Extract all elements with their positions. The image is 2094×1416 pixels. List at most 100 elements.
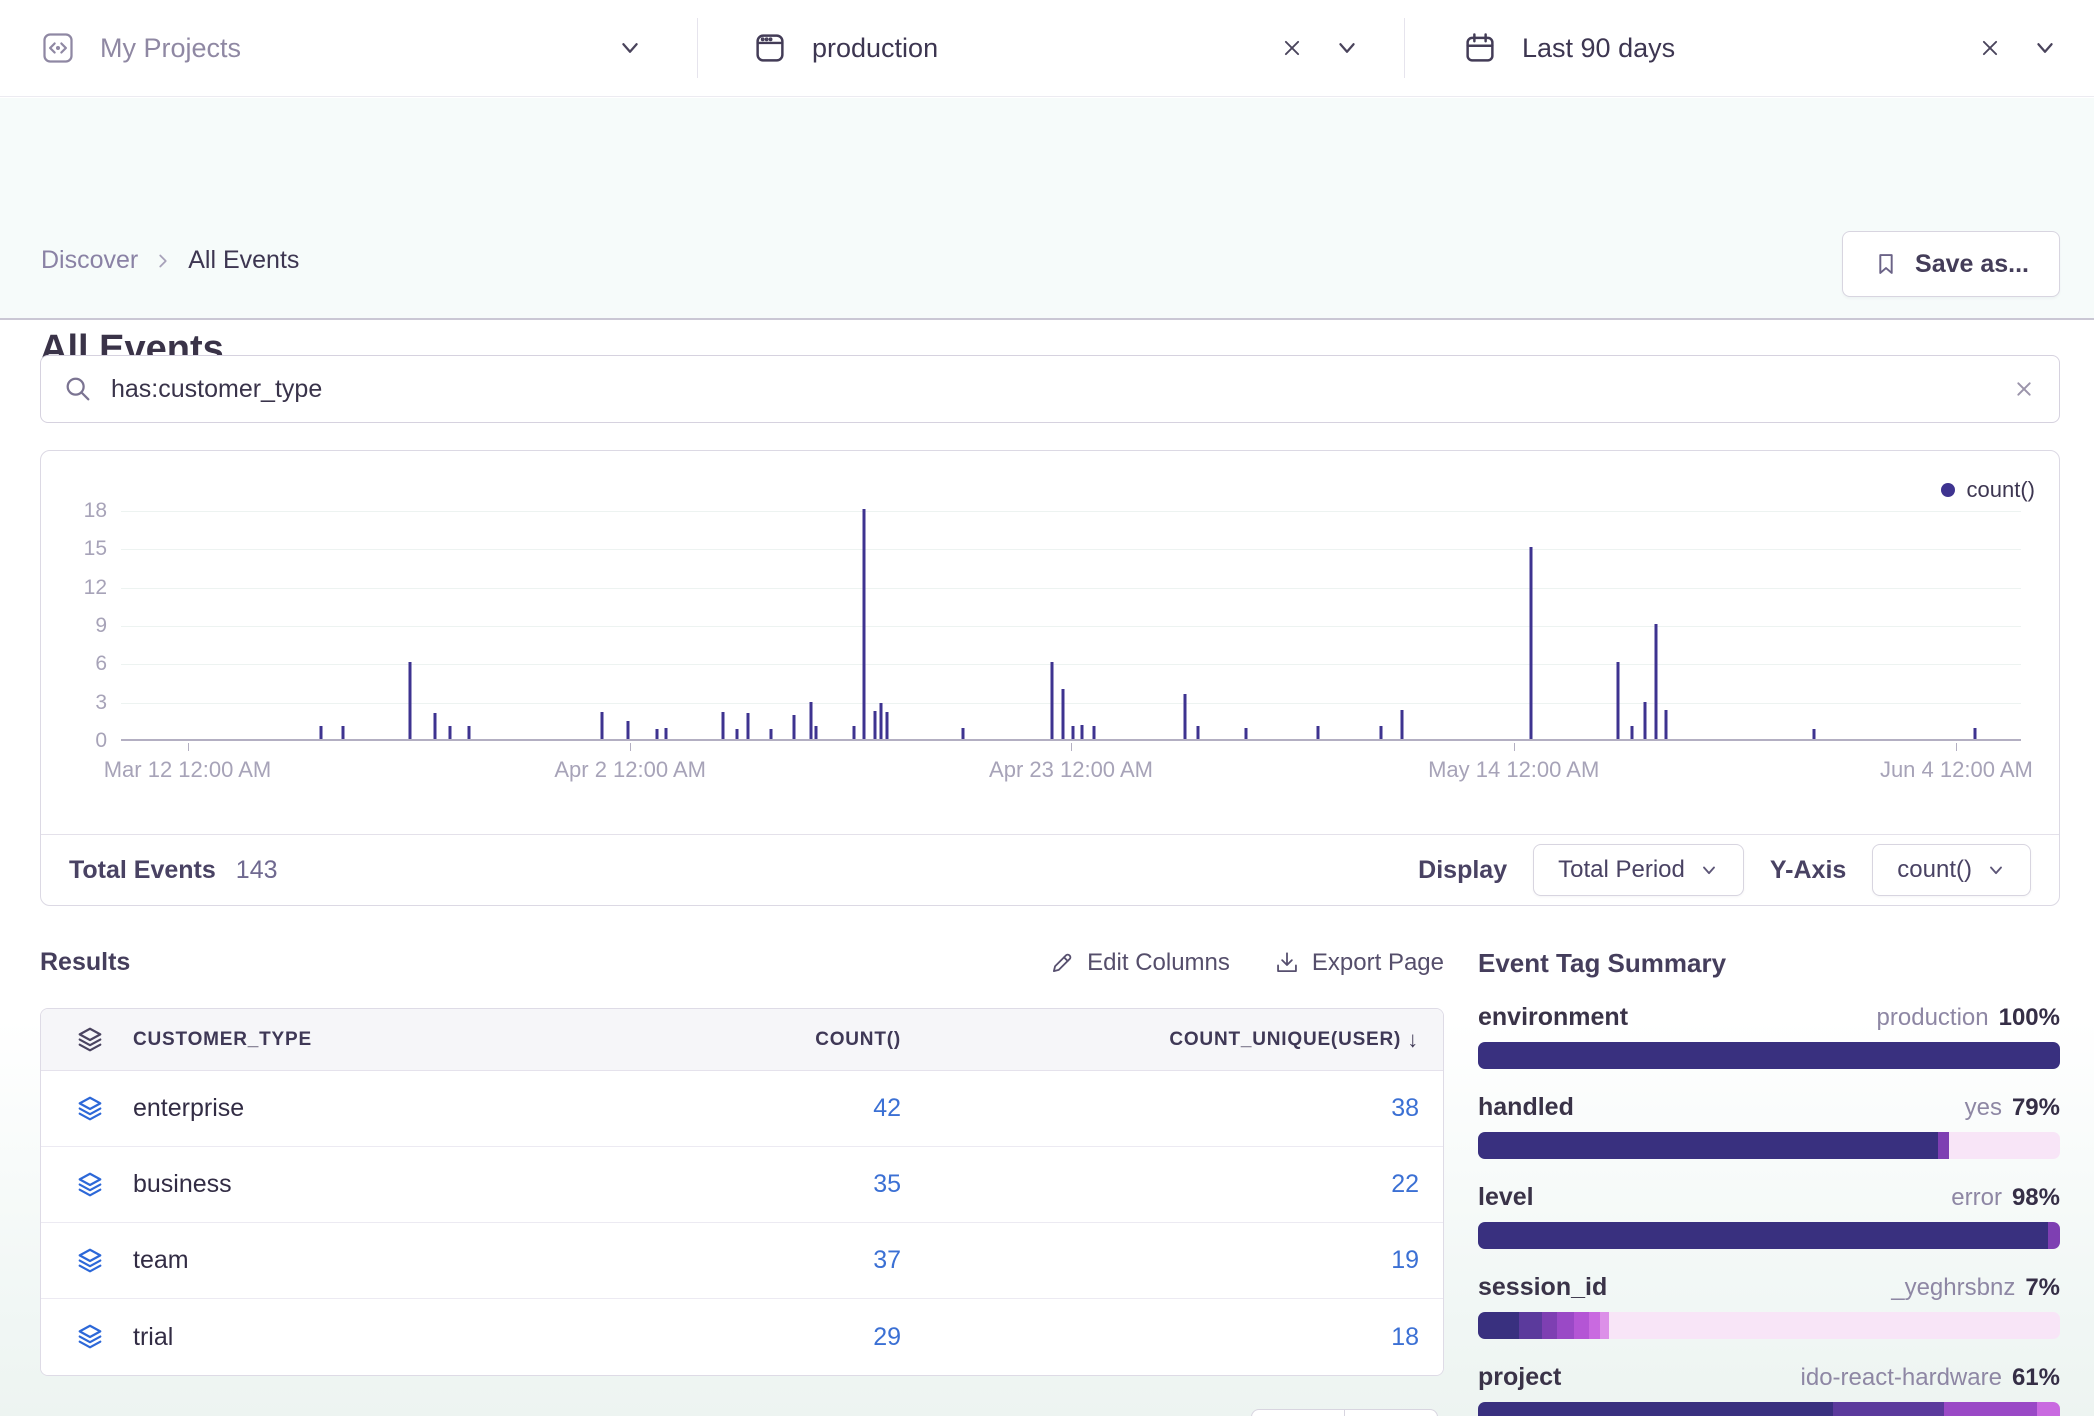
tag-distribution-bar[interactable]: [1478, 1402, 2060, 1416]
cell-count-unique[interactable]: 19: [1391, 1246, 1419, 1275]
legend-dot-icon: [1941, 483, 1955, 497]
environment-chevron-down-icon[interactable]: [1332, 33, 1362, 63]
cell-count[interactable]: 29: [873, 1323, 901, 1352]
tag-top-value: _yeghrsbnz: [1891, 1274, 2015, 1302]
export-page-button[interactable]: Export Page: [1274, 949, 1444, 977]
cell-count[interactable]: 42: [873, 1094, 901, 1123]
tag-bar-segment: [1949, 1132, 2060, 1159]
y-axis-dropdown-value: count(): [1897, 856, 1972, 884]
chart-bar: [815, 726, 818, 739]
project-chevron-down-icon[interactable]: [615, 33, 645, 63]
tag-top-percent: 61%: [2012, 1364, 2060, 1392]
cell-count-unique[interactable]: 18: [1391, 1323, 1419, 1352]
calendar-icon: [1462, 30, 1498, 66]
y-tick-label: 12: [84, 576, 107, 600]
column-header-count-unique[interactable]: COUNT_UNIQUE(USER) ↓: [1169, 1027, 1419, 1053]
date-chevron-down-icon[interactable]: [2030, 33, 2060, 63]
edit-columns-button[interactable]: Edit Columns: [1049, 949, 1230, 977]
gridline: [121, 549, 2021, 550]
total-events-label: Total Events: [69, 856, 216, 885]
chart-bar: [1081, 725, 1084, 739]
chart-bar: [1092, 726, 1095, 739]
chart-bar: [862, 509, 865, 739]
chevron-down-icon: [1986, 860, 2006, 880]
tag-distribution-bar[interactable]: [1478, 1222, 2060, 1249]
x-tick-label: May 14 12:00 AM: [1428, 757, 1599, 783]
results-header: Results Edit Columns Export Page: [40, 948, 1444, 977]
y-axis-dropdown[interactable]: count(): [1872, 844, 2031, 896]
event-tag-summary: Event Tag Summary environmentproduction1…: [1478, 948, 2060, 1416]
search-clear-icon[interactable]: [2011, 376, 2037, 402]
tag-distribution-bar[interactable]: [1478, 1132, 2060, 1159]
date-range-selector[interactable]: Last 90 days: [1462, 0, 2060, 96]
tag-top-value: error: [1951, 1184, 2002, 1212]
breadcrumb: Discover All Events: [41, 246, 299, 275]
export-page-label: Export Page: [1312, 949, 1444, 977]
display-dropdown[interactable]: Total Period: [1533, 844, 1744, 896]
chart-bar: [1630, 726, 1633, 739]
total-events-value: 143: [236, 856, 278, 885]
stack-icon: [75, 1246, 105, 1276]
chart-bar: [961, 728, 964, 740]
tag-bar-segment: [1478, 1312, 1519, 1339]
tag-bar-segment: [1557, 1312, 1574, 1339]
top-filter-bar: My Projects production: [0, 0, 2094, 97]
tag-row-handled: handledyes79%: [1478, 1093, 2060, 1159]
environment-clear-icon[interactable]: [1278, 34, 1306, 62]
chart-bar: [1197, 726, 1200, 739]
tag-bar-segment: [1478, 1132, 1938, 1159]
chart-bar: [665, 728, 668, 740]
pagination: [1251, 1409, 1438, 1416]
download-icon: [1274, 950, 1300, 976]
cell-count[interactable]: 37: [873, 1246, 901, 1275]
table-row: team3719: [41, 1223, 1443, 1299]
breadcrumb-separator-icon: [152, 250, 174, 272]
next-page-button[interactable]: [1344, 1409, 1438, 1416]
column-header-count[interactable]: COUNT(): [815, 1029, 901, 1051]
date-clear-icon[interactable]: [1976, 34, 2004, 62]
save-as-label: Save as...: [1915, 250, 2029, 279]
chart-bar: [1400, 710, 1403, 739]
chart-legend[interactable]: count(): [1941, 477, 2035, 503]
tag-distribution-bar[interactable]: [1478, 1312, 2060, 1339]
tag-bar-segment: [1938, 1132, 1950, 1159]
tag-row-project: projectido-react-hardware61%: [1478, 1363, 2060, 1416]
chart-bar: [1071, 726, 1074, 739]
tag-bar-segment: [1574, 1312, 1589, 1339]
tag-bar-segment: [1600, 1312, 1609, 1339]
discover-page: My Projects production: [0, 0, 2094, 1416]
stack-icon[interactable]: [75, 1025, 105, 1055]
tag-bar-segment: [1944, 1402, 2037, 1416]
chart-bar: [1643, 702, 1646, 739]
tag-top-value: production: [1877, 1004, 1989, 1032]
search-bar[interactable]: has:customer_type: [40, 355, 2060, 423]
search-input[interactable]: has:customer_type: [111, 375, 2011, 404]
project-selector[interactable]: My Projects: [40, 0, 645, 96]
pencil-icon: [1049, 950, 1075, 976]
chart-plot-area: [121, 511, 2021, 741]
tag-distribution-bar[interactable]: [1478, 1042, 2060, 1069]
breadcrumb-discover[interactable]: Discover: [41, 246, 138, 275]
environment-selector[interactable]: production: [752, 0, 1362, 96]
chart-bar: [1317, 726, 1320, 739]
cell-count-unique[interactable]: 38: [1391, 1094, 1419, 1123]
cell-count-unique[interactable]: 22: [1391, 1170, 1419, 1199]
y-tick-label: 6: [95, 652, 107, 676]
tag-key: environment: [1478, 1003, 1628, 1032]
chart-bar: [1379, 726, 1382, 739]
chart-bar: [627, 721, 630, 739]
cell-count[interactable]: 35: [873, 1170, 901, 1199]
tag-key: level: [1478, 1183, 1534, 1212]
display-label: Display: [1418, 856, 1507, 885]
save-as-button[interactable]: Save as...: [1842, 231, 2060, 297]
previous-page-button[interactable]: [1251, 1409, 1345, 1416]
tag-bar-segment: [1833, 1402, 1944, 1416]
column-header-customer-type[interactable]: CUSTOMER_TYPE: [133, 1029, 312, 1051]
tag-rows: environmentproduction100%handledyes79%le…: [1478, 1003, 2060, 1416]
tag-top-value: yes: [1965, 1094, 2002, 1122]
tag-bar-segment: [1609, 1312, 2060, 1339]
tag-row-level: levelerror98%: [1478, 1183, 2060, 1249]
cell-customer-type: enterprise: [133, 1094, 244, 1123]
chart-bar: [885, 712, 888, 739]
chart-bar: [467, 726, 470, 739]
